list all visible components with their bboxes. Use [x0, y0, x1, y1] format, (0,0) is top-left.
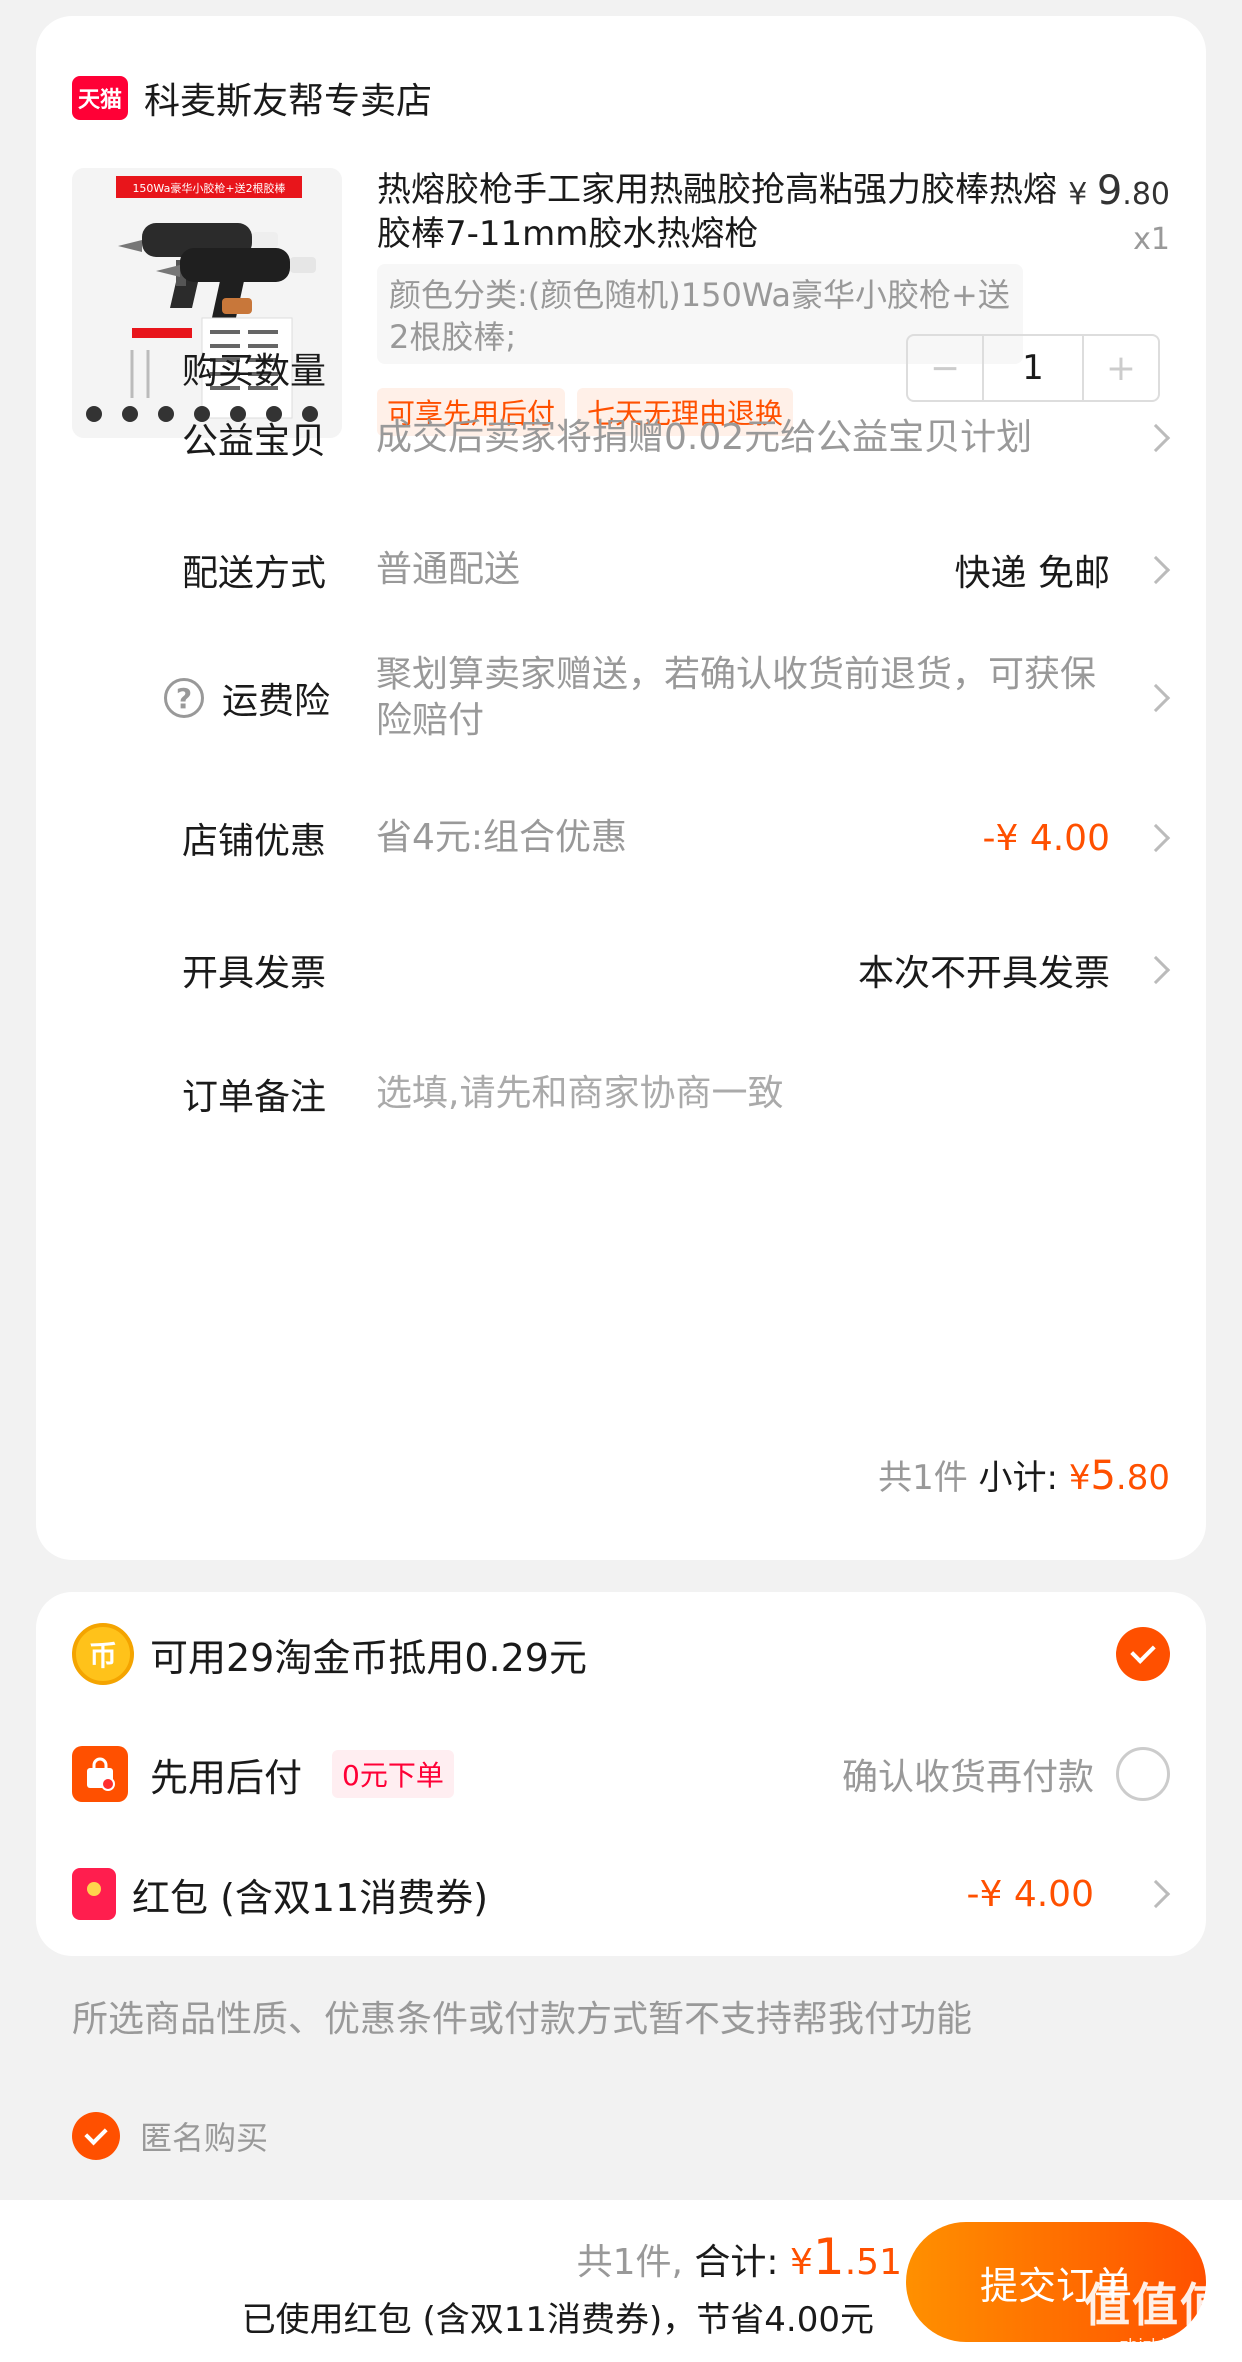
delivery-label: 配送方式 — [182, 553, 327, 594]
pay-later-desc: 确认收货再付款 — [841, 1757, 1094, 1798]
pay-later-checkbox[interactable] — [1116, 1747, 1170, 1801]
subtotal-label: 小计: — [978, 1458, 1059, 1498]
invoice-label: 开具发票 — [182, 953, 327, 994]
chevron-right-icon — [1141, 823, 1171, 853]
subtotal-integer: 5 — [1090, 1453, 1116, 1499]
shopping-bag-icon — [72, 1746, 128, 1802]
discount-desc: 省4元:组合优惠 — [376, 817, 628, 858]
invoice-row[interactable]: 开具发票 本次不开具发票 — [36, 942, 1206, 998]
quantity-label: 购买数量 — [182, 351, 327, 392]
currency-symbol: ¥ — [1068, 177, 1088, 212]
chevron-right-icon — [1141, 955, 1171, 985]
saving-note: 已使用红包 (含双11消费券)，节省4.00元 — [241, 2300, 874, 2340]
watermark-logo: 值值值 — [1084, 2278, 1228, 2332]
charity-label: 公益宝贝 — [182, 421, 327, 462]
decrease-button[interactable]: − — [908, 336, 982, 400]
watermark-url: zhizhizhi.com — [1119, 2335, 1228, 2354]
tmall-logo-icon: 天猫 — [72, 76, 128, 120]
total-count: 共1件, — [576, 2242, 683, 2283]
site-watermark: 值值值 zhizhizhi.com — [1084, 2269, 1228, 2354]
total-symbol: ¥ — [790, 2242, 813, 2283]
bag-glyph-icon — [87, 1757, 115, 1791]
product-title[interactable]: 热熔胶枪手工家用热融胶抢高粘强力胶棒热熔胶棒7-11mm胶水热熔枪 — [377, 168, 1067, 256]
zero-down-badge: 0元下单 — [332, 1750, 454, 1798]
invoice-value: 本次不开具发票 — [857, 953, 1110, 994]
total-label: 合计: — [694, 2242, 779, 2283]
quantity-value[interactable]: 1 — [982, 336, 1084, 400]
red-packet-value: -¥ 4.00 — [966, 1873, 1095, 1915]
payment-card: 币 可用29淘金币抵用0.29元 先用后付 0元下单 确认收货再付款 红包 (含… — [36, 1592, 1206, 1956]
pay-for-me-notice: 所选商品性质、优惠条件或付款方式暂不支持帮我付功能 — [72, 1999, 973, 2040]
subtotal-decimal: .80 — [1115, 1458, 1170, 1498]
help-icon[interactable]: ? — [164, 678, 204, 718]
delivery-row[interactable]: 配送方式 普通配送 快递 免邮 — [36, 542, 1206, 598]
red-packet-row[interactable]: 红包 (含双11消费券) -¥ 4.00 — [36, 1844, 1206, 1944]
quantity-row: 购买数量 − 1 + — [36, 334, 1206, 402]
order-note-input[interactable]: 选填,请先和商家协商一致 — [376, 1071, 783, 1117]
chevron-right-icon — [1141, 683, 1171, 713]
chevron-right-icon — [1141, 1879, 1171, 1909]
shipping-insurance-row[interactable]: ? 运费险 聚划算卖家赠送，若确认收货前退货，可获保险赔付 — [36, 650, 1206, 746]
delivery-value: 快递 免邮 — [954, 553, 1110, 594]
price-integer: 9 — [1096, 168, 1123, 214]
anonymous-purchase[interactable]: 匿名购买 — [72, 2112, 268, 2160]
checkout-bar: 共1件, 合计: ¥1.51 已使用红包 (含双11消费券)，节省4.00元 提… — [0, 2200, 1242, 2362]
chevron-right-icon — [1141, 423, 1171, 453]
price-decimal: .80 — [1122, 177, 1170, 212]
order-card: 天猫 科麦斯友帮专卖店 150Wa豪华小胶枪+送2根胶棒 热熔胶枪手工家用热融胶… — [36, 16, 1206, 1560]
coins-checkbox[interactable] — [1116, 1627, 1170, 1681]
price-column: ¥ 9.80 x1 — [1068, 168, 1170, 257]
quantity-mark: x1 — [1133, 222, 1170, 257]
insurance-label: 运费险 — [222, 681, 331, 722]
subtotal-symbol: ¥ — [1068, 1458, 1091, 1498]
note-label: 订单备注 — [182, 1077, 327, 1118]
coins-row[interactable]: 币 可用29淘金币抵用0.29元 — [36, 1604, 1206, 1704]
pay-later-row[interactable]: 先用后付 0元下单 确认收货再付款 — [36, 1724, 1206, 1824]
unit-price: ¥ 9.80 — [1068, 168, 1170, 214]
pay-later-label: 先用后付 — [150, 1755, 303, 1800]
red-packet-icon — [72, 1868, 116, 1920]
quantity-stepper: − 1 + — [906, 334, 1160, 402]
charity-desc: 成交后卖家将捐赠0.02元给公益宝贝计划 — [376, 417, 1033, 458]
coin-icon: 币 — [72, 1623, 134, 1685]
total-decimal: .51 — [844, 2242, 902, 2283]
charity-row[interactable]: 公益宝贝 成交后卖家将捐赠0.02元给公益宝贝计划 — [36, 410, 1206, 466]
insurance-desc: 聚划算卖家赠送，若确认收货前退货，可获保险赔付 — [376, 654, 1097, 741]
total-integer: 1 — [812, 2228, 845, 2286]
chevron-right-icon — [1141, 555, 1171, 585]
shop-header[interactable]: 天猫 科麦斯友帮专卖店 — [72, 60, 432, 136]
subtotal-count: 共1件 — [878, 1458, 968, 1498]
discount-label: 店铺优惠 — [182, 821, 327, 862]
red-packet-label: 红包 (含双11消费券) — [132, 1875, 489, 1920]
anonymous-checkbox[interactable] — [72, 2112, 120, 2160]
anonymous-label: 匿名购买 — [140, 2119, 269, 2157]
order-note-row: 订单备注 选填,请先和商家协商一致 — [36, 1066, 1206, 1122]
shop-name[interactable]: 科麦斯友帮专卖店 — [144, 72, 432, 124]
red-packet-glyph-icon — [87, 1882, 101, 1896]
delivery-desc: 普通配送 — [376, 549, 521, 590]
total-line: 共1件, 合计: ¥1.51 — [577, 2228, 902, 2286]
discount-value: -¥ 4.00 — [982, 817, 1111, 859]
increase-button[interactable]: + — [1084, 336, 1158, 400]
coins-label: 可用29淘金币抵用0.29元 — [150, 1635, 587, 1680]
shop-discount-row[interactable]: 店铺优惠 省4元:组合优惠 -¥ 4.00 — [36, 810, 1206, 866]
subtotal: 共1件 小计: ¥5.80 — [878, 1450, 1170, 1499]
product-image-banner: 150Wa豪华小胶枪+送2根胶棒 — [132, 181, 285, 195]
